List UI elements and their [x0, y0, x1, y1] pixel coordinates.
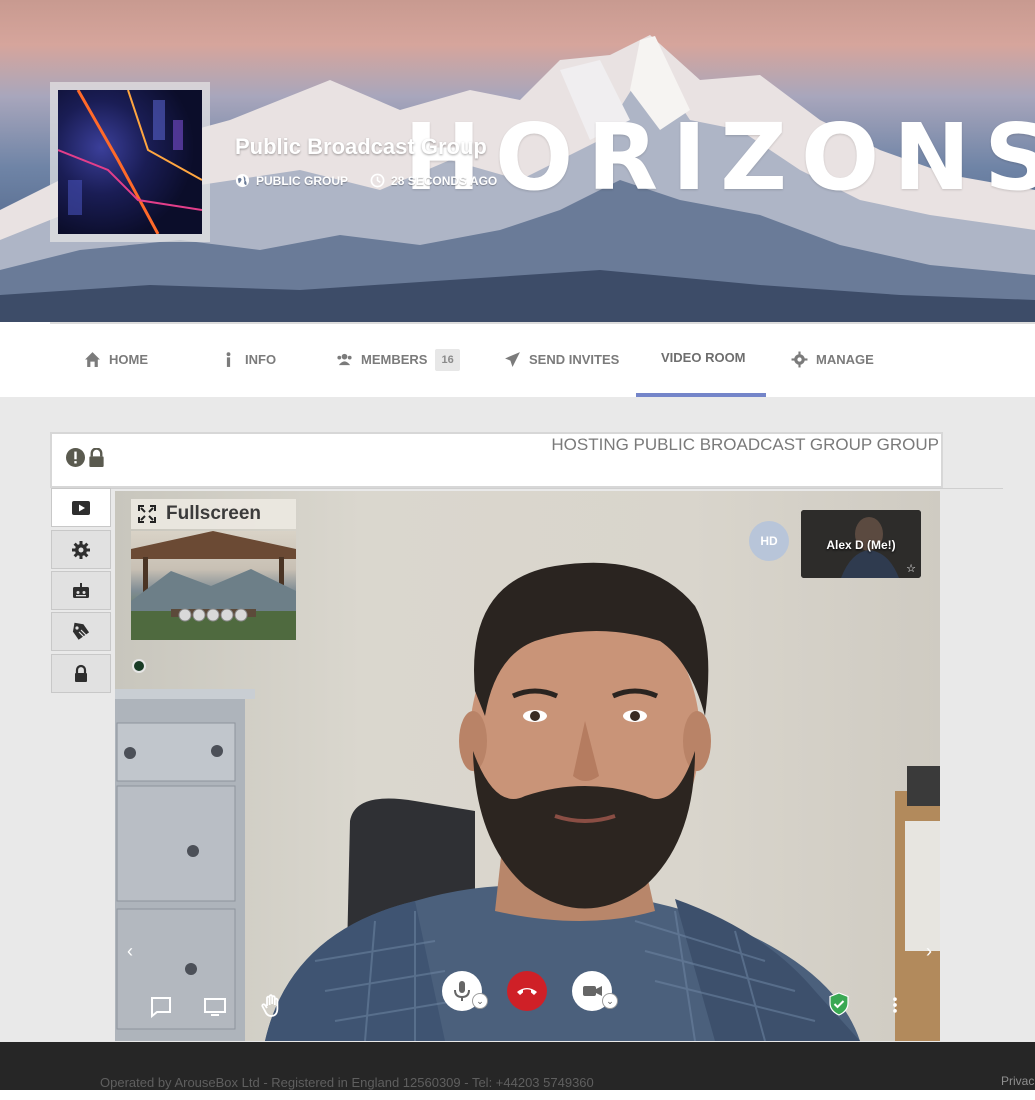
tab-info[interactable]: INFO [220, 322, 276, 397]
group-nav: HOME INFO MEMBERS 16 SEND INVITES VIDEO … [0, 322, 1035, 397]
side-tab-settings[interactable] [51, 530, 111, 569]
site-footer: Operated by ArouseBox Ltd - Registered i… [0, 1042, 1035, 1090]
microphone-icon [454, 981, 470, 1001]
lock-icon [75, 664, 87, 682]
self-video-tile[interactable]: Alex D (Me!) ☆ [801, 510, 921, 578]
info-icon [226, 352, 231, 367]
more-options-button[interactable] [885, 991, 905, 1019]
members-count-badge: 16 [435, 348, 460, 371]
screen-share-icon [204, 998, 226, 1016]
hangup-button[interactable] [507, 971, 547, 1011]
connection-indicator [132, 659, 146, 673]
alert-icon[interactable] [66, 448, 85, 467]
tab-video-room-label: VIDEO ROOM [661, 350, 746, 365]
cover-banner: HORIZONS Public Broadcast Group PUBLIC G… [0, 0, 1035, 322]
tab-manage-label: MANAGE [816, 352, 874, 367]
group-title: Public Broadcast Group [235, 134, 487, 159]
chat-button[interactable] [147, 993, 175, 1021]
host-status-text: HOSTING PUBLIC BROADCAST GROUP GROUP [551, 435, 939, 454]
background-thumbnail[interactable] [131, 531, 296, 640]
quality-badge[interactable]: HD [749, 521, 789, 561]
gear-icon [791, 351, 808, 368]
security-button[interactable] [827, 991, 851, 1017]
fullscreen-label: Fullscreen [166, 503, 262, 524]
tab-members-label: MEMBERS [361, 352, 428, 367]
side-tab-video[interactable] [51, 488, 111, 527]
tab-send-invites-label: SEND INVITES [529, 352, 620, 367]
group-avatar-image [58, 90, 202, 234]
video-stage[interactable]: Fullscreen HD Alex D (Me!) ☆ ‹ › ⌄ ⌄ [115, 491, 940, 1041]
users-icon [337, 353, 352, 366]
tab-home-label: HOME [109, 352, 148, 367]
raise-hand-button[interactable] [257, 991, 287, 1021]
star-icon[interactable]: ☆ [906, 562, 916, 575]
home-icon [85, 352, 100, 367]
raise-hand-icon [261, 994, 279, 1017]
lock-icon[interactable] [88, 448, 105, 467]
fullscreen-button[interactable]: Fullscreen [131, 499, 296, 529]
tab-members[interactable]: MEMBERS 16 [336, 322, 460, 397]
security-shield-icon [829, 992, 849, 1016]
tab-manage[interactable]: MANAGE [791, 322, 874, 397]
footer-legal-text: Operated by ArouseBox Ltd - Registered i… [100, 1075, 594, 1090]
microphone-options-chevron-icon[interactable]: ⌄ [472, 993, 488, 1009]
globe-icon [235, 173, 250, 188]
page: HORIZONS Public Broadcast Group PUBLIC G… [0, 0, 1035, 1100]
updated-label: 28 SECONDS AGO [391, 173, 498, 188]
camera-icon [583, 986, 602, 996]
radio-icon [73, 582, 89, 598]
chat-icon [151, 997, 171, 1019]
paper-plane-icon [505, 352, 520, 367]
camera-options-chevron-icon[interactable]: ⌄ [602, 993, 618, 1009]
group-meta: PUBLIC GROUP 28 SECONDS AGO [235, 173, 497, 188]
clock-icon [370, 173, 385, 188]
tab-send-invites[interactable]: SEND INVITES [504, 322, 619, 397]
tag-icon [72, 622, 90, 640]
next-arrow-icon[interactable]: › [926, 941, 932, 962]
bottom-strip [0, 1090, 1035, 1100]
tab-home[interactable]: HOME [84, 322, 148, 397]
self-video-name: Alex D (Me!) [826, 538, 896, 552]
host-divider [111, 488, 1003, 489]
tab-info-label: INFO [245, 352, 277, 367]
expand-icon [138, 505, 156, 523]
side-tab-lock[interactable] [51, 654, 111, 693]
play-icon [72, 500, 90, 515]
hangup-icon [517, 988, 537, 995]
call-control-bar: ⌄ ⌄ [115, 971, 940, 1041]
host-status-bar: HOSTING PUBLIC BROADCAST GROUP GROUP [50, 432, 943, 488]
tab-video-room[interactable]: VIDEO ROOM [661, 320, 746, 395]
more-options-icon [893, 997, 897, 1013]
active-tab-indicator [636, 393, 766, 397]
group-avatar[interactable] [50, 82, 210, 242]
side-tab-broadcast[interactable] [51, 571, 111, 610]
gear-icon [72, 540, 90, 559]
brand-logo-text: HORIZONS [404, 104, 1035, 211]
prev-arrow-icon[interactable]: ‹ [127, 941, 133, 962]
host-status-icons [66, 448, 105, 467]
side-tab-tags[interactable] [51, 612, 111, 651]
screen-share-button[interactable] [201, 993, 229, 1021]
footer-privacy-link[interactable]: Privac [1001, 1074, 1034, 1088]
privacy-label: PUBLIC GROUP [256, 173, 349, 188]
